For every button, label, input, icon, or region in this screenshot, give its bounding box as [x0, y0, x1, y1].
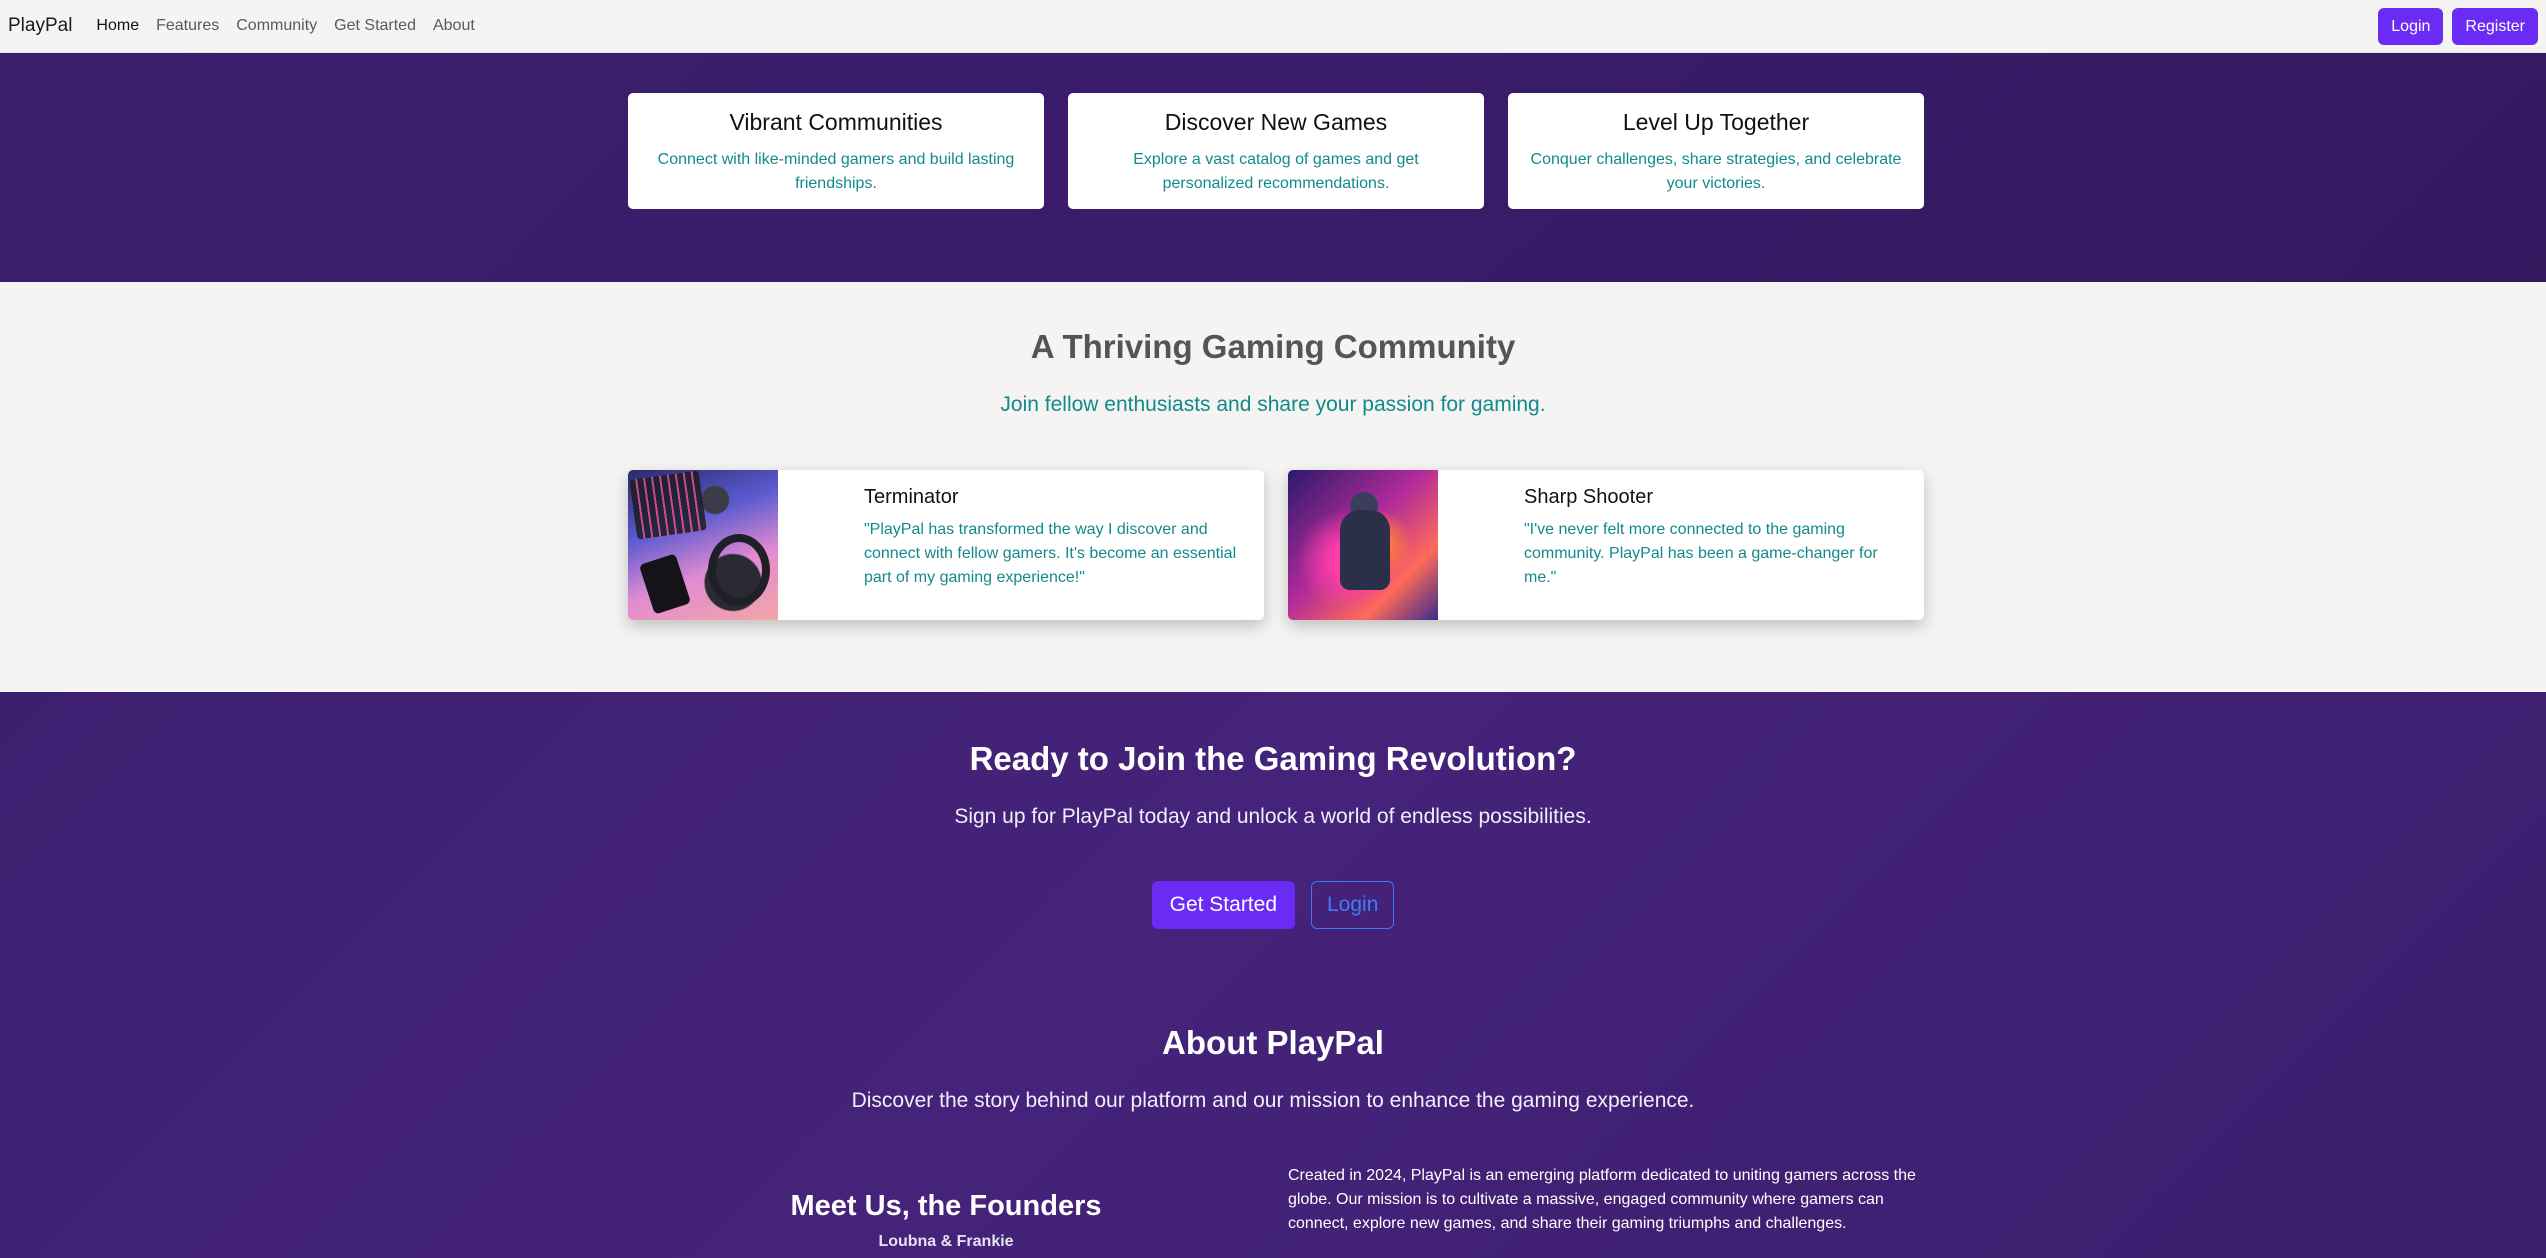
testimonial-card-terminator: Terminator "PlayPal has transformed the … — [628, 470, 1264, 620]
founders-names: Loubna & Frankie — [878, 1233, 1014, 1250]
community-title: A Thriving Gaming Community — [1030, 328, 1516, 365]
about-description: Created in 2024, PlayPal is an emerging … — [1288, 1167, 1916, 1232]
cta-title: Ready to Join the Gaming Revolution? — [969, 740, 1577, 777]
headphones-graphic — [708, 534, 770, 606]
about-subtitle: Discover the story behind our platform a… — [851, 1089, 1695, 1112]
founders-title: Meet Us, the Founders — [790, 1190, 1102, 1222]
feature-text: Conquer challenges, share strategies, an… — [1530, 151, 1902, 192]
cta-subtitle: Sign up for PlayPal today and unlock a w… — [954, 805, 1592, 828]
feature-text: Connect with like-minded gamers and buil… — [657, 151, 1015, 192]
get-started-button[interactable]: Get Started — [1151, 881, 1295, 929]
nav-link-home[interactable]: Home — [96, 17, 139, 35]
gaming-setup-image — [628, 470, 778, 620]
brand-logo[interactable]: PlayPal — [8, 15, 72, 37]
login-button[interactable]: Login — [2378, 7, 2444, 45]
about-title: About PlayPal — [1162, 1024, 1384, 1061]
feature-title: Vibrant Communities — [729, 109, 943, 135]
cta-login-button[interactable]: Login — [1311, 881, 1395, 929]
testimonial-card-sharp-shooter: Sharp Shooter "I've never felt more conn… — [1288, 470, 1924, 620]
nav-link-get-started[interactable]: Get Started — [334, 17, 416, 35]
nav-links: Home Features Community Get Started Abou… — [96, 17, 491, 35]
community-subtitle: Join fellow enthusiasts and share your p… — [1000, 393, 1546, 416]
feature-title: Level Up Together — [1622, 109, 1810, 135]
feature-card-discover: Discover New Games Explore a vast catalo… — [1068, 93, 1484, 209]
navbar: PlayPal Home Features Community Get Star… — [0, 0, 2546, 53]
gamer-chair-image — [1288, 470, 1438, 620]
keyboard-graphic — [629, 470, 707, 540]
nav-link-about[interactable]: About — [433, 17, 475, 35]
community-section: A Thriving Gaming Community Join fellow … — [0, 282, 2546, 692]
nav-actions: Login Register — [2378, 7, 2538, 45]
feature-card-communities: Vibrant Communities Connect with like-mi… — [628, 93, 1044, 209]
cta-section: Ready to Join the Gaming Revolution? Sig… — [0, 692, 2546, 1258]
nav-link-features[interactable]: Features — [156, 17, 219, 35]
cta-buttons: Get Started Login — [0, 881, 2546, 929]
testimonial-quote: "PlayPal has transformed the way I disco… — [864, 521, 1237, 586]
features-section: Vibrant Communities Connect with like-mi… — [0, 53, 2546, 282]
gamer-body-graphic — [1340, 510, 1390, 590]
register-button[interactable]: Register — [2452, 7, 2538, 45]
feature-card-level-up: Level Up Together Conquer challenges, sh… — [1508, 93, 1924, 209]
feature-text: Explore a vast catalog of games and get … — [1133, 151, 1419, 192]
nav-link-community[interactable]: Community — [236, 17, 317, 35]
testimonial-name: Terminator — [864, 486, 959, 508]
testimonial-name: Sharp Shooter — [1524, 486, 1653, 508]
phone-graphic — [638, 553, 692, 615]
feature-title: Discover New Games — [1164, 109, 1388, 135]
testimonial-quote: "I've never felt more connected to the g… — [1524, 521, 1878, 586]
